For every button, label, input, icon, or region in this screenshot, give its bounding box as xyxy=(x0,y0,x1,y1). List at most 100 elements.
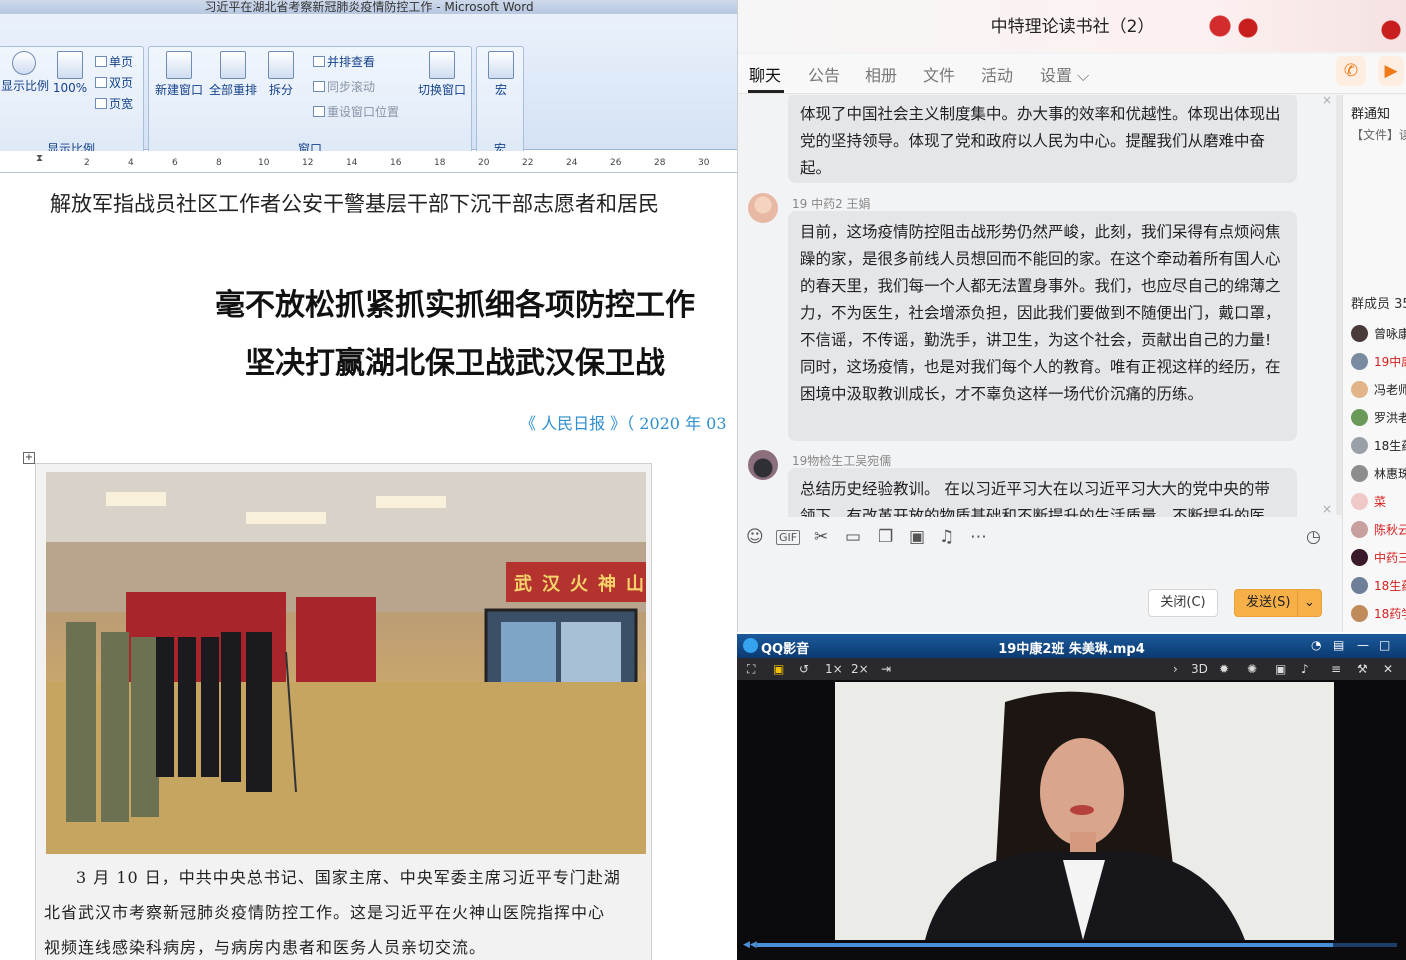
reset-position-button[interactable]: 重设窗口位置 xyxy=(313,103,399,120)
active-tab-indicator xyxy=(748,90,784,93)
video-player-window: QQ影音 19中康2班 朱美琳.mp4 ◔ ▤ — □ ⛶ ▣ ↺ 1× 2× … xyxy=(737,634,1406,960)
avatar xyxy=(1351,409,1368,426)
document-icon[interactable]: ❐ xyxy=(878,527,893,547)
avatar[interactable] xyxy=(748,450,778,480)
new-window-button[interactable]: 新建窗口 xyxy=(153,51,205,98)
page-width-button[interactable]: 页宽 xyxy=(95,95,133,112)
member-item[interactable]: 冯老师 xyxy=(1351,381,1406,401)
sync-scroll-button[interactable]: 同步滚动 xyxy=(313,78,375,95)
caption-line-3: 视频连线感染科病房，与病房内患者和医务人员亲切交流。 xyxy=(44,938,487,957)
group-notice-title: 群通知 xyxy=(1351,107,1391,122)
ruler-tick: 14 xyxy=(346,158,358,168)
ruler-tick: 24 xyxy=(566,158,578,168)
volume-icon[interactable]: ♪ xyxy=(1301,662,1309,676)
member-item[interactable]: 菜 xyxy=(1351,493,1386,513)
member-item[interactable]: 18生药 xyxy=(1351,437,1406,457)
sender-name: 19 中药2 王娟 xyxy=(792,197,871,211)
speed-2x-button[interactable]: 2× xyxy=(851,662,869,676)
member-item[interactable]: 19中康 xyxy=(1351,353,1406,373)
caption-line-1: 3 月 10 日，中共中央总书记、国家主席、中央军委主席习近平专门赴湖 xyxy=(76,868,621,887)
history-clock-icon[interactable]: ◷ xyxy=(1306,527,1321,547)
playback-progress-bar[interactable] xyxy=(757,943,1397,947)
member-item[interactable]: 罗洪老 xyxy=(1351,409,1406,429)
playlist-icon[interactable]: ▤ xyxy=(1333,638,1344,652)
zoom-button[interactable]: 显示比例 xyxy=(1,51,49,94)
message-bubble: 目前，这场疫情防控阻击战形势仍然严峻，此刻，我们呆得有点烦闷焦躁的家，是很多前线… xyxy=(788,211,1297,441)
maximize-icon[interactable]: □ xyxy=(1379,638,1390,652)
close-button[interactable]: 关闭(C) xyxy=(1148,589,1218,617)
member-name: 曾咏康 xyxy=(1374,327,1406,341)
send-button[interactable]: 发送(S) ⌄ xyxy=(1234,589,1322,617)
horizontal-ruler[interactable]: 2 4 6 8 10 12 14 16 18 20 22 24 26 28 30… xyxy=(0,151,738,173)
tab-files[interactable]: 文件 xyxy=(923,62,955,86)
document-page[interactable]: 解放军指战员社区工作者公安干警基层干部下沉干部志愿者和居民 毫不放松抓紧抓实抓细… xyxy=(0,174,738,960)
more-icon[interactable]: ⋯ xyxy=(970,527,987,547)
view-side-by-side-button[interactable]: 并排查看 xyxy=(313,53,375,70)
bell-icon[interactable]: ♫ xyxy=(939,527,954,547)
single-page-icon xyxy=(95,56,107,67)
settings-icon[interactable]: ✺ xyxy=(1247,662,1257,676)
zoom-100-button[interactable]: 100% xyxy=(51,51,89,95)
speed-1x-button[interactable]: 1× xyxy=(825,662,843,676)
member-item[interactable]: 曾咏康 xyxy=(1351,325,1406,345)
3d-button[interactable]: 3D xyxy=(1191,662,1208,676)
folder-icon[interactable]: ▭ xyxy=(845,527,861,547)
source-line: 《 人民日报 》（ 2020 年 03 xyxy=(520,414,727,433)
close-icon[interactable]: ✕ xyxy=(1383,662,1393,676)
ruler-tick: 30 xyxy=(698,158,710,168)
member-item[interactable]: 18药学 xyxy=(1351,605,1406,625)
gif-icon[interactable]: GIF xyxy=(776,530,801,545)
switch-windows-button[interactable]: 切换窗口 xyxy=(415,51,469,98)
close-icon[interactable]: × xyxy=(1322,502,1332,516)
tab-album[interactable]: 相册 xyxy=(865,62,897,86)
emoji-icon[interactable]: ☺ xyxy=(746,527,764,547)
tab-announcement[interactable]: 公告 xyxy=(808,62,840,86)
arrange-all-button[interactable]: 全部重排 xyxy=(207,51,259,98)
pin-icon[interactable]: ⇥ xyxy=(881,662,891,676)
avatar xyxy=(1351,353,1368,370)
send-label: 发送(S) xyxy=(1246,595,1291,610)
macros-label: 宏 xyxy=(494,83,507,97)
member-name: 罗洪老 xyxy=(1374,411,1406,425)
member-item[interactable]: 陈秋云 xyxy=(1351,521,1406,541)
two-page-button[interactable]: 双页 xyxy=(95,74,133,91)
member-item[interactable]: 中药三 xyxy=(1351,549,1406,569)
screenshot-icon[interactable]: ▣ xyxy=(1275,662,1286,676)
mini-mode-icon[interactable]: ▣ xyxy=(773,662,784,676)
member-item[interactable]: 18生药 xyxy=(1351,577,1406,597)
indent-marker-icon[interactable]: ⧗ xyxy=(36,153,43,164)
volume-mini-icon[interactable]: ◀◀ xyxy=(743,940,757,950)
phone-call-icon[interactable]: ✆ xyxy=(1336,56,1366,86)
split-label: 拆分 xyxy=(268,83,293,97)
table-move-handle-icon[interactable]: + xyxy=(23,452,35,464)
ruler-tick: 6 xyxy=(172,158,178,168)
chevron-down-icon[interactable]: ⌄ xyxy=(1297,590,1321,616)
equalizer-icon[interactable]: ≡ xyxy=(1331,662,1341,676)
member-name: 陈秋云 xyxy=(1374,523,1406,537)
chat-bubble-icon[interactable]: ◔ xyxy=(1311,638,1321,652)
next-icon[interactable]: › xyxy=(1173,662,1178,676)
tab-activities[interactable]: 活动 xyxy=(981,62,1013,86)
split-button[interactable]: 拆分 xyxy=(261,51,301,98)
minimize-icon[interactable]: — xyxy=(1357,638,1369,652)
scissors-icon[interactable]: ✂ xyxy=(814,527,828,547)
ruler-tick: 28 xyxy=(654,158,666,168)
single-page-button[interactable]: 单页 xyxy=(95,53,133,70)
video-frame[interactable] xyxy=(835,682,1334,940)
reset-position-label: 重设窗口位置 xyxy=(327,105,400,119)
fullscreen-icon[interactable]: ⛶ xyxy=(747,662,755,677)
tab-chat[interactable]: 聊天 xyxy=(749,62,781,86)
chat-message-list[interactable]: 体现了中国社会主义制度集中。办大事的效率和优越性。体现出体现出党的坚持领导。体现… xyxy=(738,95,1336,517)
avatar[interactable] xyxy=(748,193,778,223)
brightness-icon[interactable]: ✹ xyxy=(1219,662,1229,676)
video-call-icon[interactable]: ▶ xyxy=(1378,56,1404,86)
macros-button[interactable]: 宏 xyxy=(481,51,521,98)
image-icon[interactable]: ▣ xyxy=(909,527,925,547)
member-name: 林惠珠 xyxy=(1374,467,1406,481)
rotate-icon[interactable]: ↺ xyxy=(799,662,809,676)
group-notice-text[interactable]: 【文件】读 xyxy=(1351,126,1406,143)
tools-icon[interactable]: ⚒ xyxy=(1357,662,1368,676)
member-item[interactable]: 林惠珠 xyxy=(1351,465,1406,485)
tab-settings[interactable]: 设置 ⌵ xyxy=(1040,62,1089,86)
close-icon[interactable]: × xyxy=(1322,95,1332,107)
